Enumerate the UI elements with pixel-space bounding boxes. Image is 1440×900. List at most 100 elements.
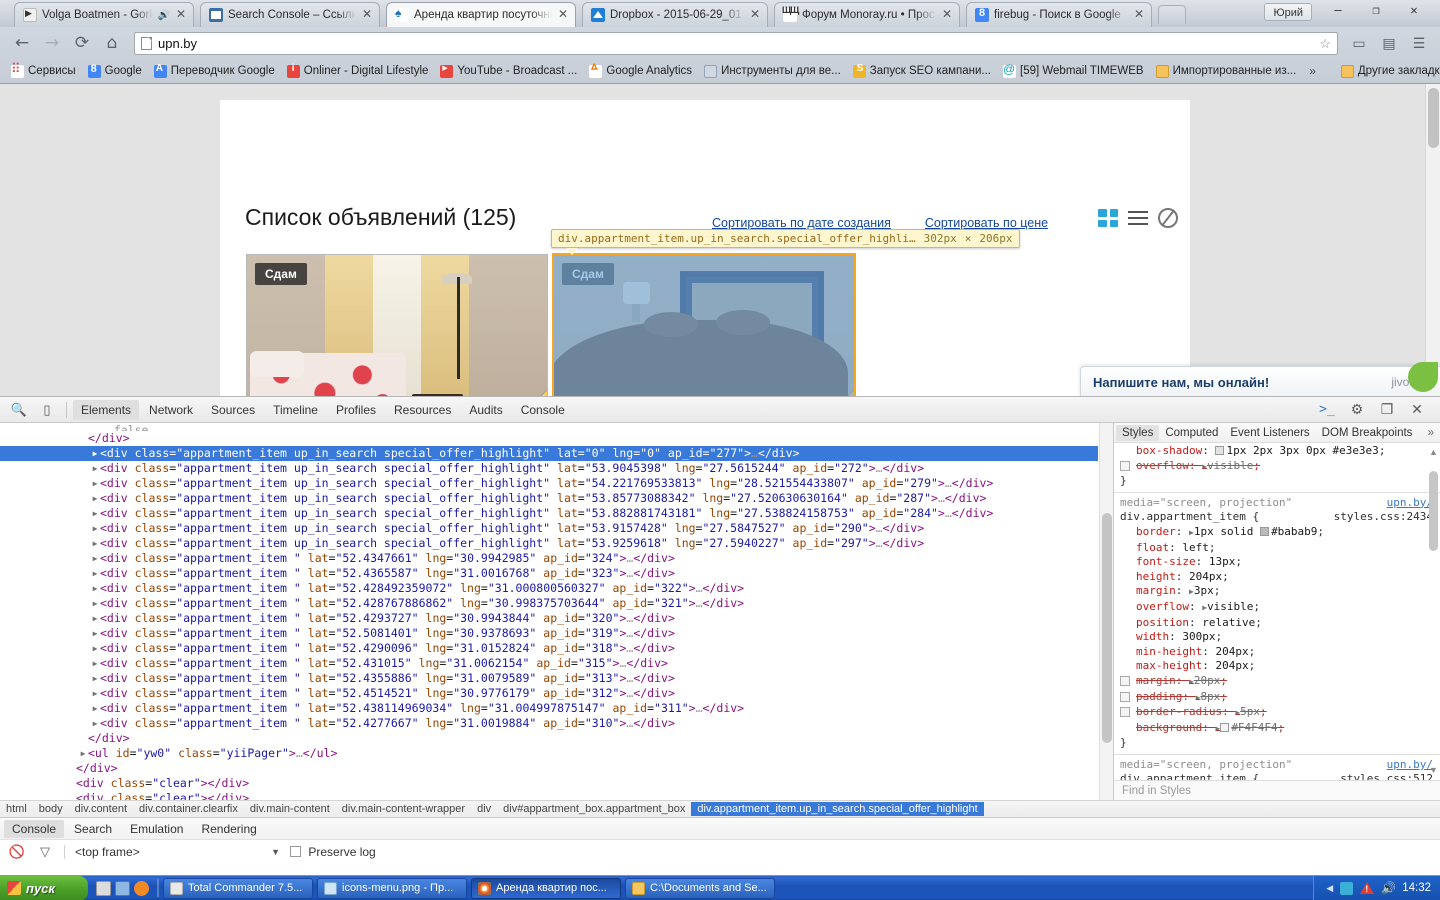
css-declaration[interactable]: position: relative;	[1114, 616, 1440, 631]
drawer-tab-search[interactable]: Search	[66, 820, 120, 838]
bookmark-item-analytics[interactable]: Google Analytics	[584, 61, 697, 80]
show-desktop-icon[interactable]	[96, 880, 111, 896]
browser-tab-0[interactable]: Volga Boatmen - Gorky Pa 🔊 ✕	[14, 2, 194, 27]
bookmark-item-imported[interactable]: Импортированные из...	[1151, 63, 1302, 80]
list-view-icon[interactable]	[1128, 209, 1148, 227]
inspect-icon[interactable]: 🔍	[6, 399, 32, 421]
window-minimize-button[interactable]: —	[1320, 0, 1356, 20]
color-swatch[interactable]	[1260, 526, 1270, 536]
dom-node[interactable]: ▶ <div class="appartment_item " lat="52.4…	[0, 581, 1098, 596]
tray-warning-icon[interactable]	[1360, 882, 1375, 894]
close-icon[interactable]: ✕	[1404, 399, 1430, 421]
dom-node[interactable]: ▶ <div class="appartment_item " lat="52.4…	[0, 596, 1098, 611]
tab-close-button[interactable]: ✕	[175, 8, 187, 21]
css-declaration-disabled[interactable]: overflow: ▶visible;	[1114, 459, 1440, 475]
declaration-checkbox[interactable]	[1120, 675, 1130, 686]
styles-tab-styles[interactable]: Styles	[1116, 424, 1160, 441]
dom-node[interactable]: ▶ <div class="appartment_item " lat="52.4…	[0, 656, 1098, 671]
drawer-tab-emulation[interactable]: Emulation	[122, 820, 191, 838]
address-bar[interactable]: upn.by ☆	[134, 31, 1338, 55]
tray-volume-icon[interactable]: 🔊	[1381, 882, 1396, 895]
dom-node[interactable]: ▶ <div class="appartment_item up_in_searc…	[0, 461, 1098, 476]
styles-tab-event-listeners[interactable]: Event Listeners	[1224, 425, 1315, 441]
declaration-checkbox[interactable]	[1120, 691, 1130, 702]
css-declaration[interactable]: margin: ▶3px;	[1114, 584, 1440, 600]
breadcrumb-item-content[interactable]: div.content	[69, 802, 133, 816]
browser-tab-2[interactable]: Аренда квартир посуточно ✕	[386, 2, 576, 27]
breadcrumb-item-html[interactable]: html	[0, 802, 33, 816]
dom-node[interactable]: ▶ <div class="appartment_item " lat="52.4…	[0, 686, 1098, 701]
start-button[interactable]: пуск	[0, 875, 88, 900]
devtools-tab-audits[interactable]: Audits	[461, 400, 510, 420]
dom-node[interactable]: ▶ <div class="appartment_item up_in_searc…	[0, 476, 1098, 491]
tab-close-button[interactable]: ✕	[749, 8, 761, 21]
breadcrumb-item-main-content-wrapper[interactable]: div.main-content-wrapper	[336, 802, 471, 816]
scroll-up-arrow[interactable]: ▲	[1428, 447, 1439, 459]
bookmark-item-webmaster-tools[interactable]: Инструменты для ве...	[699, 63, 846, 80]
taskbar-item-chrome[interactable]: Аренда квартир пос...	[471, 877, 621, 899]
taskbar-item-folder[interactable]: C:\Documents and Se...	[625, 877, 775, 899]
css-declaration-disabled[interactable]: border-radius: ▶5px;	[1114, 705, 1440, 721]
css-declaration[interactable]: overflow: ▶visible;	[1114, 600, 1440, 616]
devtools-tab-profiles[interactable]: Profiles	[328, 400, 384, 420]
page-scrollbar[interactable]	[1425, 84, 1440, 396]
tab-close-button[interactable]: ✕	[941, 8, 953, 21]
sort-by-price-link[interactable]: Сортировать по цене	[925, 216, 1048, 230]
settings-gear-icon[interactable]: ⚙	[1344, 399, 1370, 421]
css-declaration-disabled[interactable]: padding: ▶8px;	[1114, 690, 1440, 706]
browser-tab-1[interactable]: Search Console – Ссылки на ✕	[200, 2, 380, 27]
dom-node[interactable]: ▶ <div class="appartment_item up_in_searc…	[0, 506, 1098, 521]
dom-node[interactable]: ▶ <div class="appartment_item " lat="52.4…	[0, 566, 1098, 581]
dom-node-pager[interactable]: ▶ <ul id="yw0" class="yiiPager">…</ul>	[0, 746, 1098, 761]
dom-node[interactable]: ▶ <div class="appartment_item " lat="52.4…	[0, 611, 1098, 626]
bookmark-item-seo[interactable]: Запуск SEO кампани...	[848, 63, 996, 80]
color-swatch[interactable]	[1215, 446, 1225, 455]
css-declaration[interactable]: font-size: 13px;	[1114, 555, 1440, 570]
device-toggle-icon[interactable]: ▯	[34, 399, 60, 421]
firefox-icon[interactable]	[134, 880, 149, 896]
chevron-down-icon[interactable]: ▼	[271, 847, 280, 857]
dom-tree-scrollbar[interactable]	[1099, 423, 1113, 800]
chat-widget[interactable]: Напишите нам, мы онлайн! jivosite	[1080, 366, 1440, 396]
browser-tab-4[interactable]: Форум Monoray.ru • Просмо ✕	[774, 2, 960, 27]
bookmarks-overflow-button[interactable]: »	[1303, 64, 1322, 78]
devtools-tab-timeline[interactable]: Timeline	[265, 400, 326, 420]
dom-node[interactable]: ▶ <div class="appartment_item up_in_searc…	[0, 521, 1098, 536]
window-maximize-button[interactable]: ❐	[1358, 0, 1394, 20]
css-declaration[interactable]: max-height: 204px;	[1114, 659, 1440, 674]
dom-node-clear[interactable]: <div class="clear"></div>	[0, 776, 1098, 791]
dom-node[interactable]: ▶ <div class="appartment_item up_in_searc…	[0, 491, 1098, 506]
console-toggle-icon[interactable]: >_	[1314, 399, 1340, 421]
css-declaration-disabled[interactable]: margin: ▶20px;	[1114, 674, 1440, 690]
tab-close-button[interactable]: ✕	[361, 8, 373, 21]
screencast-icon[interactable]: ▭	[1346, 31, 1372, 55]
dom-node[interactable]: ▶ <div class="appartment_item " lat="52.5…	[0, 626, 1098, 641]
dom-node[interactable]: ▶ <div class="appartment_item " lat="52.4…	[0, 641, 1098, 656]
css-selector[interactable]: div.appartment_item {	[1120, 510, 1259, 525]
browser-tab-3[interactable]: Dropbox - 2015-06-29_01.jp ✕	[582, 2, 768, 27]
breadcrumb-item-appartment-box[interactable]: div#appartment_box.appartment_box	[497, 802, 691, 816]
menu-icon[interactable]: ☰	[1406, 31, 1432, 55]
bookmark-star-icon[interactable]: ☆	[1319, 36, 1331, 52]
devtools-tab-network[interactable]: Network	[141, 400, 201, 420]
css-declaration[interactable]: min-height: 204px;	[1114, 645, 1440, 660]
dom-node[interactable]: ▶ <div class="appartment_item " lat="52.4…	[0, 551, 1098, 566]
dom-node[interactable]: ▶ <div class="appartment_item up_in_searc…	[0, 536, 1098, 551]
dom-node-selected[interactable]: ▶ <div class="appartment_item up_in_sear…	[0, 446, 1098, 461]
window-user-label[interactable]: Юрий	[1264, 3, 1312, 21]
drawer-tab-rendering[interactable]: Rendering	[193, 820, 264, 838]
css-declaration-disabled[interactable]: background: ▶ #F4F4F4;	[1114, 721, 1440, 737]
breadcrumb-item-container[interactable]: div.container.clearfix	[133, 802, 244, 816]
tab-audio-icon[interactable]: 🔊	[158, 10, 170, 21]
forward-button[interactable]: →	[38, 30, 66, 56]
breadcrumb-item-main-content[interactable]: div.main-content	[244, 802, 336, 816]
window-close-button[interactable]: ✕	[1396, 0, 1432, 20]
styles-tab-computed[interactable]: Computed	[1159, 425, 1224, 441]
color-swatch[interactable]	[1220, 722, 1230, 732]
preserve-log-toggle[interactable]: Preserve log	[290, 845, 376, 859]
page-scrollbar-thumb[interactable]	[1428, 88, 1439, 148]
sort-by-date-link[interactable]: Сортировать по дате создания	[712, 216, 891, 230]
devtools-tab-elements[interactable]: Elements	[73, 399, 140, 420]
drawer-tab-console[interactable]: Console	[4, 819, 65, 838]
styles-scrollbar-thumb[interactable]	[1429, 471, 1438, 551]
